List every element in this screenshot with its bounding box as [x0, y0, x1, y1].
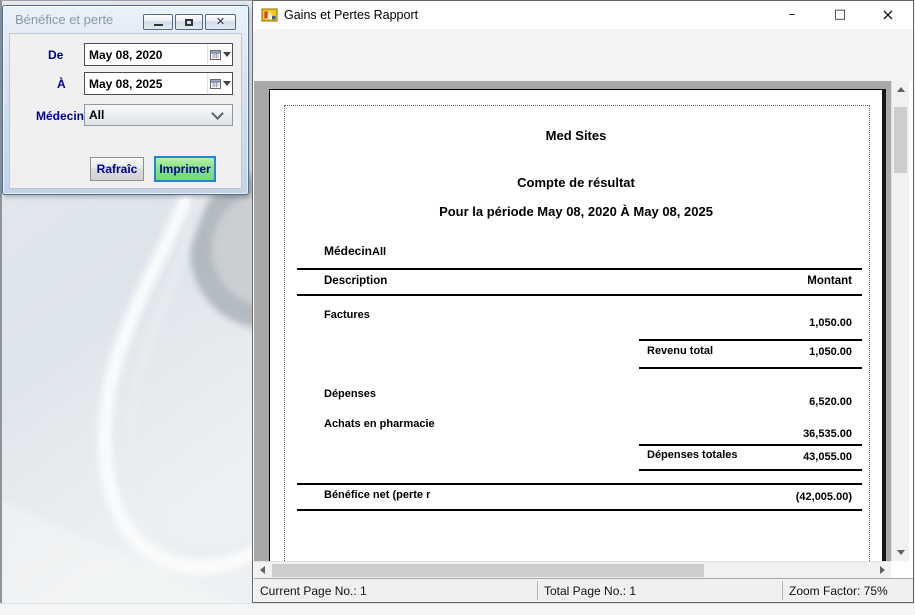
report-row-label: Dépenses: [324, 388, 376, 400]
from-date-dropdown-button[interactable]: [207, 44, 232, 65]
arrow-up-icon: [897, 87, 905, 92]
report-rule: [297, 509, 862, 511]
window-close-button[interactable]: ×: [867, 1, 909, 28]
status-total-page: Total Page No.: 1: [544, 584, 636, 598]
report-viewer-window: Gains et Pertes Rapport – □ ×: [252, 0, 914, 603]
viewer-toolbar: (?): [253, 29, 913, 59]
medecin-combobox[interactable]: All: [84, 104, 233, 126]
refresh-button[interactable]: Rafraîc: [90, 157, 144, 181]
status-current-page: Current Page No.: 1: [260, 584, 367, 598]
report-page: Med Sites Compte de résultat Pour la pér…: [269, 89, 886, 561]
tab-strip: Main Report: [253, 59, 913, 81]
dialog-maximize-button[interactable]: [175, 14, 203, 30]
report-row-label: Factures: [324, 309, 370, 321]
calendar-icon: [210, 78, 221, 89]
print-button-label: Imprimer: [159, 162, 210, 176]
vertical-scroll-thumb[interactable]: [894, 107, 907, 173]
from-date-field[interactable]: May 08, 2020: [84, 43, 233, 66]
scroll-left-button[interactable]: [254, 562, 271, 578]
report-row-amount: 1,050.00: [720, 346, 852, 358]
minimize-icon: –: [789, 7, 796, 22]
report-title: Compte de résultat: [270, 175, 882, 190]
report-company-name: Med Sites: [270, 128, 882, 143]
from-label: De: [48, 48, 63, 62]
arrow-left-icon: [260, 566, 265, 574]
report-row-amount: 6,520.00: [720, 396, 852, 408]
window-title: Gains et Pertes Rapport: [284, 8, 418, 22]
from-date-value: May 08, 2020: [85, 48, 207, 62]
report-medecin-label: Médecin: [324, 244, 372, 258]
minimize-icon: [154, 24, 163, 26]
column-header-amount: Montant: [720, 275, 852, 287]
report-rule: [297, 294, 862, 296]
report-row-label: Achats en pharmacie: [324, 418, 435, 430]
vertical-scrollbar[interactable]: [891, 81, 909, 561]
horizontal-scrollbar[interactable]: [254, 561, 891, 579]
crystal-reports-app-icon: [261, 7, 278, 23]
status-separator: [537, 581, 538, 600]
dialog-close-button[interactable]: ✕: [205, 14, 236, 30]
report-rule: [297, 268, 862, 270]
scroll-right-button[interactable]: [874, 562, 891, 578]
report-rule: [639, 367, 862, 369]
scroll-up-button[interactable]: [892, 81, 909, 98]
print-button[interactable]: Imprimer: [154, 156, 216, 182]
maximize-icon: □: [834, 7, 846, 22]
status-zoom-factor: Zoom Factor: 75%: [789, 584, 888, 598]
dropdown-arrow-icon: [223, 52, 231, 57]
report-row-amount: 1,050.00: [720, 317, 852, 329]
column-header-description: Description: [324, 275, 387, 287]
to-date-field[interactable]: May 08, 2025: [84, 72, 233, 95]
maximize-icon: [185, 19, 193, 26]
report-medecin-value: All: [372, 246, 386, 258]
calendar-icon: [210, 49, 221, 60]
to-date-value: May 08, 2025: [85, 77, 207, 91]
report-row-label: Revenu total: [647, 345, 713, 357]
arrow-down-icon: [897, 550, 905, 555]
report-viewer-area: Med Sites Compte de résultat Pour la pér…: [254, 81, 891, 561]
report-rule: [639, 444, 862, 446]
report-row-label: Bénéfice net (perte r: [324, 489, 430, 501]
window-minimize-button[interactable]: –: [771, 1, 813, 28]
report-row-amount: 36,535.00: [720, 428, 852, 440]
report-rule: [639, 469, 862, 471]
dialog-minimize-button[interactable]: [143, 14, 173, 30]
horizontal-scroll-thumb[interactable]: [272, 564, 704, 577]
chevron-down-icon: [211, 107, 224, 120]
status-separator: [782, 581, 783, 600]
scroll-down-button[interactable]: [892, 544, 909, 561]
window-maximize-button[interactable]: □: [819, 1, 861, 28]
medecin-value: All: [85, 108, 213, 122]
close-icon: ✕: [216, 17, 225, 27]
report-row-amount: (42,005.00): [720, 491, 852, 503]
status-bar: Current Page No.: 1 Total Page No.: 1 Zo…: [254, 578, 913, 602]
arrow-right-icon: [880, 566, 885, 574]
refresh-button-label: Rafraîc: [97, 162, 138, 176]
report-row-amount: 43,055.00: [720, 451, 852, 463]
close-icon: ×: [881, 5, 894, 24]
to-date-dropdown-button[interactable]: [207, 73, 232, 94]
window-titlebar[interactable]: Gains et Pertes Rapport – □ ×: [253, 1, 913, 29]
parent-window-bottom-strip: [0, 603, 915, 615]
dropdown-arrow-icon: [223, 81, 231, 86]
benefice-et-perte-dialog: Bénéfice et perte ✕ De May 08, 2020 À Ma…: [2, 5, 249, 195]
to-label: À: [57, 77, 66, 91]
report-period: Pour la période May 08, 2020 À May 08, 2…: [270, 204, 882, 219]
report-rule: [639, 339, 862, 341]
medecin-label: Médecin: [36, 109, 84, 123]
dialog-body: De May 08, 2020 À May 08, 2025: [9, 33, 242, 189]
dialog-title: Bénéfice et perte: [15, 12, 113, 27]
report-rule: [297, 483, 862, 485]
